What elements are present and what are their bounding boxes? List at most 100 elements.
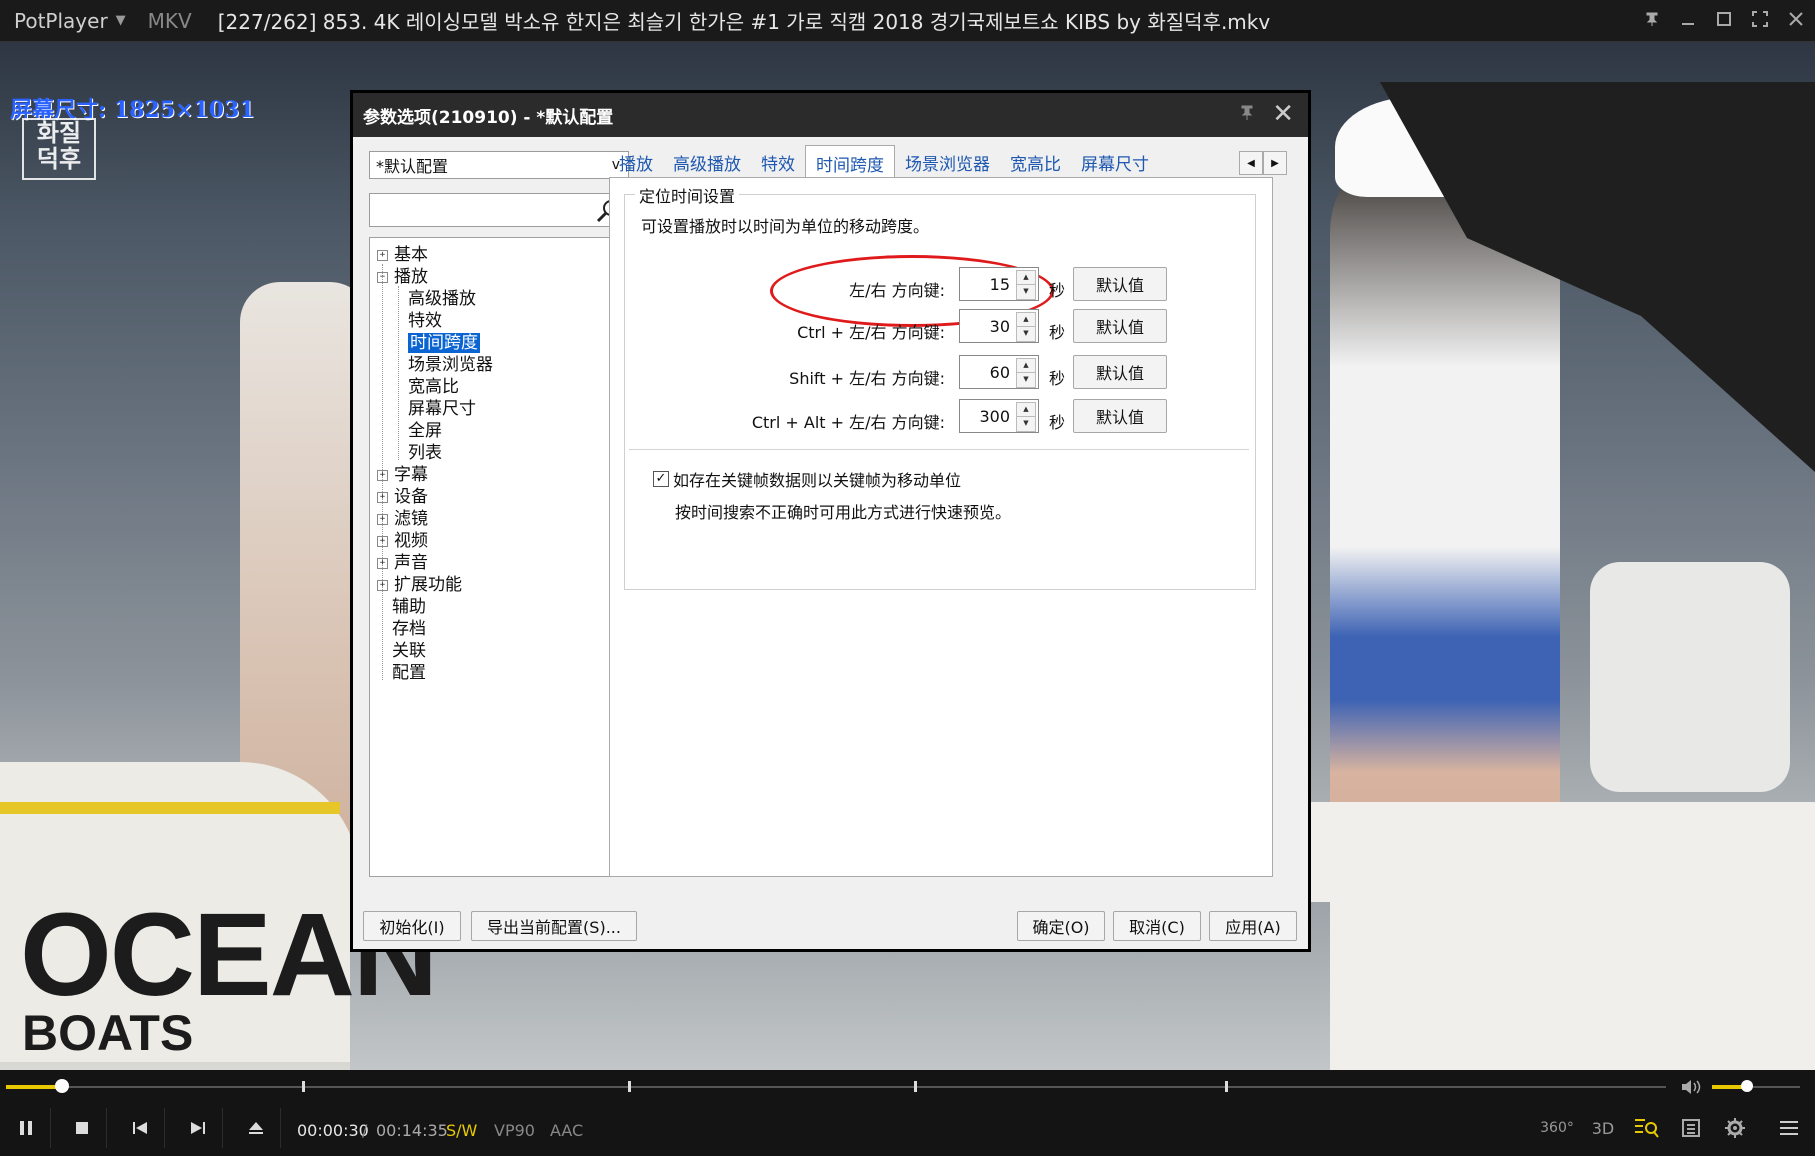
tab-bar: 播放 高级播放 特效 时间跨度 场景浏览器 宽高比 屏幕尺寸 [609, 145, 1159, 178]
close-icon[interactable] [1787, 11, 1805, 32]
menu-icon[interactable] [1774, 1113, 1804, 1143]
yellow-stripe [0, 802, 340, 814]
expand-icon[interactable]: + [377, 249, 388, 261]
seek-arrow-default-button[interactable]: 默认值 [1073, 267, 1167, 301]
audio-codec-badge[interactable]: AAC [550, 1121, 583, 1140]
3d-video-button[interactable]: 3D [1588, 1113, 1618, 1143]
speaker-icon[interactable] [1680, 1077, 1702, 1097]
expand-icon[interactable]: + [377, 535, 388, 547]
previous-button[interactable] [116, 1108, 165, 1148]
skip-previous-icon [133, 1122, 147, 1134]
current-time[interactable]: 00:00:30 [297, 1121, 369, 1140]
seek-ctrl-alt-arrow-default-button[interactable]: 默认值 [1073, 399, 1167, 433]
app-menu-button[interactable]: PotPlayer ▼ [0, 9, 126, 33]
volume-slider-handle[interactable] [1741, 1080, 1754, 1092]
seek-bar-handle[interactable] [55, 1079, 70, 1093]
tree-item-association[interactable]: 关联 [392, 640, 426, 662]
chevron-right-icon[interactable]: ▶ [1263, 151, 1287, 175]
spin-down-icon[interactable]: ▼ [1016, 326, 1036, 342]
video-codec-badge[interactable]: VP90 [494, 1121, 535, 1140]
tab-aspect-ratio[interactable]: 宽高比 [1000, 145, 1071, 177]
ok-button[interactable]: 确定(O) [1017, 911, 1105, 941]
tree-item-basic[interactable]: + 基本 [377, 244, 428, 266]
tab-effects[interactable]: 特效 [751, 145, 805, 177]
minimize-icon[interactable] [1679, 11, 1697, 32]
next-button[interactable] [174, 1108, 223, 1148]
chapter-marker[interactable] [1225, 1081, 1228, 1092]
export-config-button[interactable]: 导出当前配置(S)... [471, 911, 637, 941]
app-name: PotPlayer [14, 8, 108, 33]
chapter-list-icon[interactable] [1676, 1113, 1706, 1143]
cancel-button[interactable]: 取消(C) [1113, 911, 1201, 941]
tree-item-effects[interactable]: 特效 [408, 310, 442, 332]
total-time[interactable]: 00:14:35 [376, 1121, 448, 1140]
dialog-title-bar[interactable]: 参数选项(210910) - *默认配置 [353, 93, 1308, 137]
watermark-line-2: 덕후 [36, 145, 82, 173]
expand-icon[interactable]: + [377, 579, 388, 591]
seek-shift-arrow-default-button[interactable]: 默认值 [1073, 355, 1167, 389]
seek-bar[interactable] [6, 1086, 1666, 1088]
tree-item-fullscreen[interactable]: 全屏 [408, 420, 442, 442]
apply-button[interactable]: 应用(A) [1209, 911, 1297, 941]
seek-ctrl-alt-arrow-stepper[interactable]: 300 ▲ ▼ [959, 399, 1039, 433]
tree-item-devices[interactable]: + 设备 [377, 486, 428, 508]
tree-item-subtitles[interactable]: + 字幕 [377, 464, 428, 486]
initialize-button[interactable]: 初始化(I) [363, 911, 461, 941]
tree-item-time-span[interactable]: 时间跨度 [407, 332, 481, 354]
dialog-title: 参数选项(210910) - *默认配置 [363, 107, 614, 128]
seek-ctrl-arrow-default-button[interactable]: 默认值 [1073, 309, 1167, 343]
expand-icon[interactable]: + [377, 491, 388, 503]
seek-shift-arrow-stepper[interactable]: 60 ▲ ▼ [959, 355, 1039, 389]
tree-item-playlist[interactable]: 列表 [408, 442, 442, 464]
boat-brand-subtext: BOATS [22, 1005, 194, 1061]
keyframe-checkbox[interactable]: ✓ [653, 471, 669, 487]
seek-ctrl-arrow-stepper[interactable]: 30 ▲ ▼ [959, 309, 1039, 343]
open-file-button[interactable] [232, 1108, 281, 1148]
pin-icon[interactable] [1643, 11, 1661, 32]
dialog-close-icon[interactable]: ✕ [1272, 99, 1294, 129]
tree-item-playback[interactable]: − 播放 [377, 266, 428, 288]
tree-item-audio[interactable]: + 声音 [377, 552, 428, 574]
fullscreen-icon[interactable] [1751, 10, 1769, 32]
chevron-left-icon[interactable]: ◀ [1239, 151, 1263, 175]
tab-time-span[interactable]: 时间跨度 [805, 145, 895, 178]
tree-item-aspect-ratio[interactable]: 宽高比 [408, 376, 459, 398]
search-input[interactable] [369, 193, 629, 227]
chapter-marker[interactable] [914, 1081, 917, 1092]
tree-item-scene-browser[interactable]: 场景浏览器 [408, 354, 493, 376]
stop-button[interactable] [58, 1108, 107, 1148]
expand-icon[interactable]: + [377, 513, 388, 525]
360-video-button[interactable]: 360° [1540, 1113, 1574, 1143]
profile-select[interactable]: *默认配置 v [369, 151, 629, 179]
expand-icon[interactable]: + [377, 557, 388, 569]
playlist-search-icon[interactable] [1632, 1113, 1662, 1143]
expand-icon[interactable]: + [377, 469, 388, 481]
spin-down-icon[interactable]: ▼ [1016, 416, 1036, 432]
tree-item-advanced-playback[interactable]: 高级播放 [408, 288, 476, 310]
tree-item-extensions[interactable]: + 扩展功能 [377, 574, 462, 596]
tab-advanced-playback[interactable]: 高级播放 [663, 145, 751, 177]
dialog-pin-icon[interactable] [1238, 103, 1256, 126]
seek-arrow-stepper[interactable]: 15 ▲ ▼ [959, 267, 1039, 301]
pause-button[interactable] [2, 1108, 51, 1148]
keyframe-checkbox-label[interactable]: 如存在关键帧数据则以关键帧为移动单位 [673, 467, 961, 491]
maximize-icon[interactable] [1715, 11, 1733, 32]
spin-down-icon[interactable]: ▼ [1016, 284, 1036, 300]
tab-playback[interactable]: 播放 [609, 145, 663, 177]
tab-screen-size[interactable]: 屏幕尺寸 [1071, 145, 1159, 177]
tree-item-config[interactable]: 配置 [392, 662, 426, 684]
tab-scroll-buttons: ◀ ▶ [1239, 151, 1287, 175]
tree-item-archive[interactable]: 存档 [392, 618, 426, 640]
chapter-marker[interactable] [302, 1081, 305, 1092]
collapse-icon[interactable]: − [377, 271, 388, 283]
chapter-marker[interactable] [628, 1081, 631, 1092]
seat-right [1590, 562, 1790, 792]
gear-icon[interactable] [1720, 1113, 1750, 1143]
tab-scene-browser[interactable]: 场景浏览器 [895, 145, 1000, 177]
tree-item-screen-size[interactable]: 屏幕尺寸 [408, 398, 476, 420]
spin-down-icon[interactable]: ▼ [1016, 372, 1036, 388]
tree-item-assist[interactable]: 辅助 [392, 596, 426, 618]
tree-item-video[interactable]: + 视频 [377, 530, 428, 552]
decoder-badge[interactable]: S/W [446, 1121, 477, 1140]
tree-item-filters[interactable]: + 滤镜 [377, 508, 428, 530]
